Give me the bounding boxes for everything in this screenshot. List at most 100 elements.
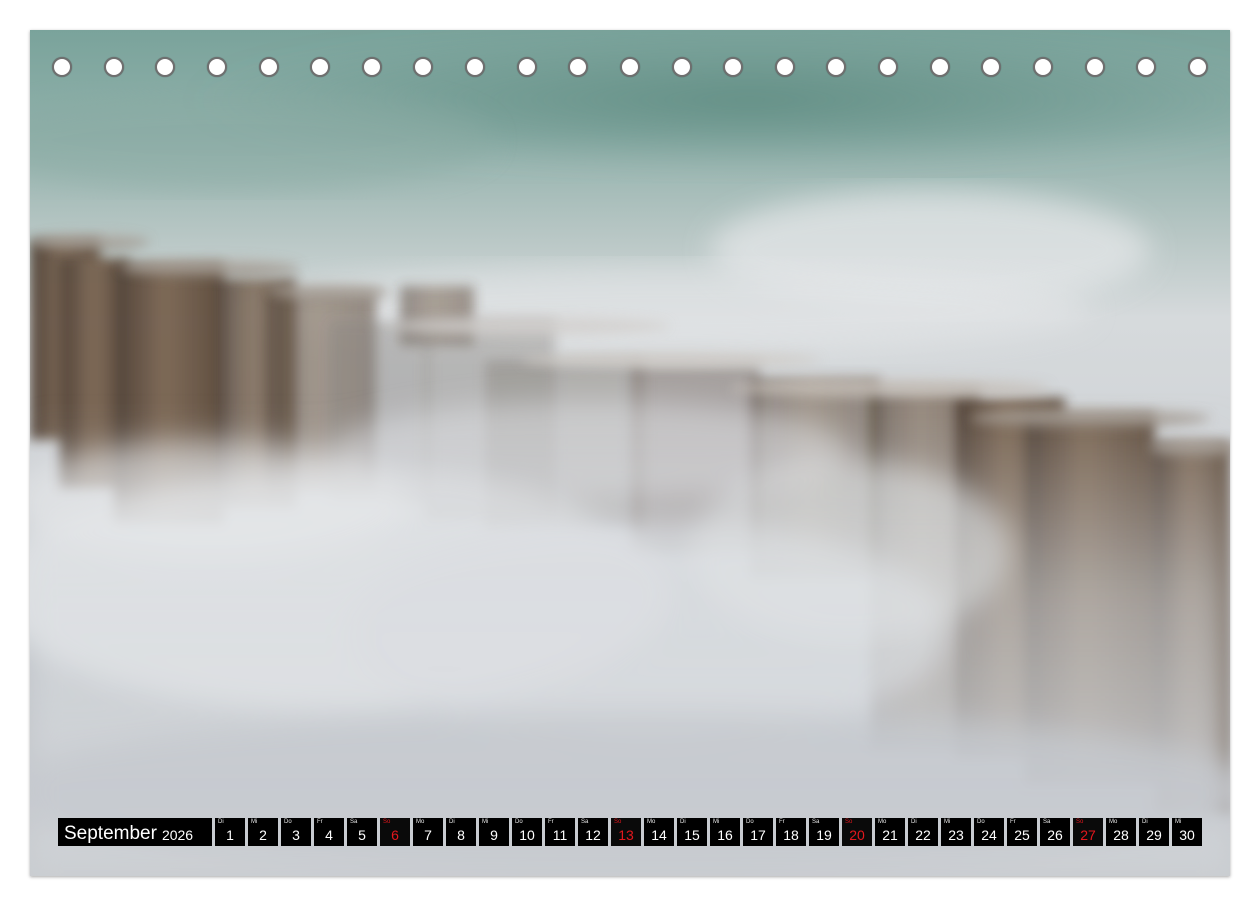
binding-hole (361, 57, 382, 77)
day-number: 26 (1047, 827, 1063, 843)
day-number: 3 (292, 827, 300, 843)
day-number: 30 (1179, 827, 1195, 843)
calendar-day: So 27 (1073, 818, 1103, 846)
calendar-day: Sa 5 (347, 818, 377, 846)
binding-hole (826, 57, 847, 77)
binding-hole (723, 57, 744, 77)
binding-hole (465, 57, 485, 77)
month-label-box: September 2026 (58, 818, 212, 846)
day-number: 14 (651, 827, 667, 843)
weekday-label: So (383, 819, 391, 825)
calendar-day: Di 8 (446, 818, 476, 846)
weekday-label: So (845, 819, 853, 825)
calendar-day: Do 24 (974, 818, 1004, 846)
calendar-day: Mi 9 (479, 818, 509, 846)
binding-hole (671, 57, 692, 77)
calendar-days: Di 1 Mi 2 Do 3 Fr 4 Sa 5 So 6 Mo 7 Di 8 Mi 9 Do 10 Fr 11 Sa 12 S… (215, 818, 1202, 846)
weekday-label: Mi (251, 819, 258, 825)
weekday-label: Fr (1010, 819, 1016, 825)
day-number: 11 (552, 827, 568, 843)
calendar-day: Fr 18 (776, 818, 806, 846)
weekday-label: Do (284, 819, 292, 825)
day-number: 23 (948, 827, 964, 843)
calendar-day: Di 29 (1139, 818, 1169, 846)
calendar-page: September 2026 Di 1 Mi 2 Do 3 Fr 4 Sa 5 So 6 Mo 7 Di 8 M… (30, 30, 1230, 876)
day-number: 15 (684, 827, 700, 843)
weekday-label: Mi (944, 819, 951, 825)
day-number: 13 (618, 827, 634, 843)
binding-hole (310, 57, 331, 77)
binding-hole (52, 57, 72, 77)
day-number: 29 (1146, 827, 1162, 843)
binding-hole (413, 57, 434, 77)
binding-hole (155, 57, 176, 77)
binding-hole (1084, 57, 1105, 77)
weekday-label: Do (977, 819, 985, 825)
calendar-day: So 13 (611, 818, 641, 846)
day-number: 5 (358, 827, 366, 843)
calendar-day: Fr 11 (545, 818, 575, 846)
day-number: 27 (1080, 827, 1096, 843)
weekday-label: Sa (350, 819, 358, 825)
weekday-label: So (1076, 819, 1084, 825)
weekday-label: Di (449, 819, 455, 825)
weekday-label: Mi (713, 819, 720, 825)
photo-groyne-in-mist (30, 30, 1230, 876)
weekday-label: Di (1142, 819, 1148, 825)
calendar-day: Do 3 (281, 818, 311, 846)
day-number: 6 (391, 827, 399, 843)
calendar-day: Di 22 (908, 818, 938, 846)
sea-mist (30, 400, 1230, 876)
calendar-day: Di 15 (677, 818, 707, 846)
day-number: 25 (1014, 827, 1030, 843)
day-number: 19 (816, 827, 832, 843)
weekday-label: Fr (548, 819, 554, 825)
weekday-label: Fr (317, 819, 323, 825)
binding-hole (1136, 57, 1157, 77)
binding-hole (619, 57, 640, 77)
weekday-label: Sa (812, 819, 820, 825)
calendar-day: Sa 19 (809, 818, 839, 846)
day-number: 4 (325, 827, 333, 843)
day-number: 2 (259, 827, 267, 843)
day-number: 20 (849, 827, 865, 843)
weekday-label: Mo (647, 819, 656, 825)
day-number: 10 (519, 827, 535, 843)
binding-hole (981, 57, 1002, 77)
day-number: 24 (981, 827, 997, 843)
day-number: 17 (750, 827, 766, 843)
weekday-label: Sa (581, 819, 589, 825)
day-number: 8 (457, 827, 465, 843)
calendar-strip: September 2026 Di 1 Mi 2 Do 3 Fr 4 Sa 5 So 6 Mo 7 Di 8 M… (58, 818, 1202, 846)
calendar-day: Do 17 (743, 818, 773, 846)
day-number: 28 (1113, 827, 1129, 843)
day-number: 9 (490, 827, 498, 843)
calendar-day: Mo 21 (875, 818, 905, 846)
weekday-label: Mo (416, 819, 425, 825)
weekday-label: Di (680, 819, 686, 825)
calendar-day: Mo 28 (1106, 818, 1136, 846)
weekday-label: Di (218, 819, 224, 825)
binding-hole (1187, 57, 1208, 77)
month-year: 2026 (161, 827, 194, 843)
weekday-label: Fr (779, 819, 785, 825)
binding-hole (516, 57, 537, 77)
day-number: 12 (585, 827, 601, 843)
calendar-day: Mi 23 (941, 818, 971, 846)
calendar-day: Mi 2 (248, 818, 278, 846)
calendar-day: Fr 25 (1007, 818, 1037, 846)
calendar-day: Di 1 (215, 818, 245, 846)
binding-hole (1032, 57, 1053, 77)
binding-holes (52, 54, 1208, 80)
calendar-day: So 20 (842, 818, 872, 846)
binding-hole (568, 57, 589, 77)
binding-hole (103, 57, 124, 77)
binding-hole (929, 57, 950, 77)
calendar-day: Mi 16 (710, 818, 740, 846)
calendar-day: Sa 26 (1040, 818, 1070, 846)
weekday-label: Mo (1109, 819, 1118, 825)
weekday-label: Do (746, 819, 754, 825)
day-number: 21 (882, 827, 898, 843)
calendar-day: Mo 7 (413, 818, 443, 846)
day-number: 1 (226, 827, 234, 843)
